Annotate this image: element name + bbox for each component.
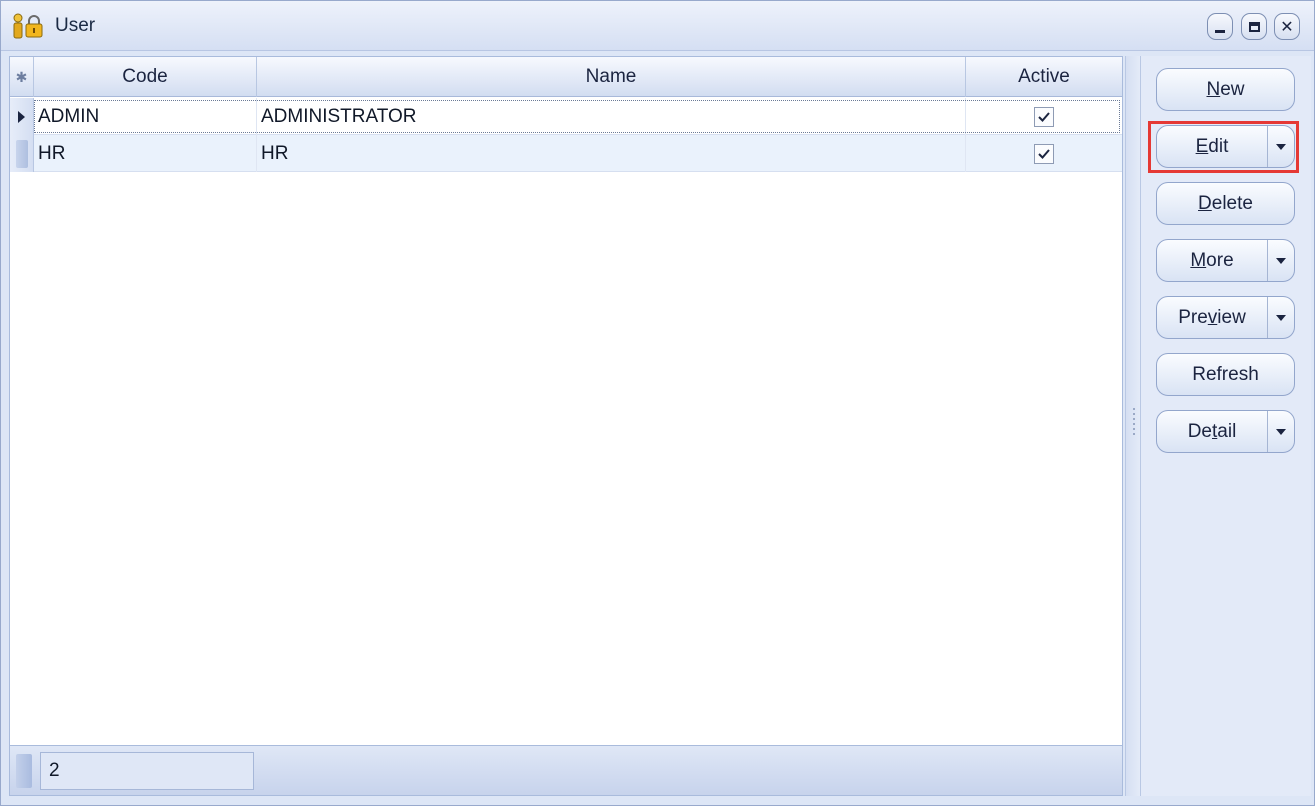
new-row-indicator-icon[interactable]: ✱ bbox=[10, 57, 34, 97]
active-checkbox[interactable] bbox=[1034, 106, 1054, 127]
table-row[interactable]: ADMIN ADMINISTRATOR bbox=[10, 98, 1122, 135]
grid-header: ✱ Code Name Active bbox=[10, 57, 1122, 97]
checkmark-icon bbox=[1038, 148, 1050, 159]
column-header-code[interactable]: Code bbox=[34, 57, 257, 97]
chevron-down-icon bbox=[1276, 428, 1286, 435]
chevron-down-icon bbox=[1276, 143, 1286, 150]
delete-button[interactable]: Delete bbox=[1156, 182, 1295, 225]
row-selector[interactable] bbox=[10, 135, 34, 172]
edit-button[interactable]: Edit bbox=[1156, 125, 1295, 168]
grid-footer: 2 bbox=[10, 745, 1122, 795]
more-button-label: More bbox=[1190, 249, 1234, 271]
cell-active[interactable] bbox=[966, 135, 1122, 172]
more-dropdown-arrow[interactable] bbox=[1267, 240, 1294, 281]
footer-indicator bbox=[16, 754, 32, 788]
cell-active[interactable] bbox=[966, 98, 1122, 135]
user-grid[interactable]: ✱ Code Name Active ADMIN ADMINISTRATOR H… bbox=[9, 56, 1123, 796]
maximize-button[interactable] bbox=[1241, 13, 1267, 40]
detail-button-label: Detail bbox=[1187, 420, 1237, 442]
user-lock-icon bbox=[13, 13, 43, 39]
row-selector[interactable] bbox=[10, 98, 34, 135]
cell-name[interactable]: HR bbox=[257, 135, 966, 172]
panel-splitter[interactable] bbox=[1125, 56, 1141, 796]
cell-name[interactable]: ADMINISTRATOR bbox=[257, 98, 966, 135]
delete-button-label: Delete bbox=[1198, 192, 1253, 214]
current-row-icon bbox=[18, 110, 25, 123]
chevron-down-icon bbox=[1276, 314, 1286, 321]
checkmark-icon bbox=[1038, 111, 1050, 122]
column-header-name[interactable]: Name bbox=[257, 57, 966, 97]
detail-dropdown-arrow[interactable] bbox=[1267, 411, 1294, 452]
column-header-active[interactable]: Active bbox=[966, 57, 1122, 97]
close-icon: ✕ bbox=[1280, 18, 1294, 36]
minimize-button[interactable] bbox=[1207, 13, 1233, 40]
row-selector-bar bbox=[15, 139, 28, 168]
refresh-button[interactable]: Refresh bbox=[1156, 353, 1295, 396]
record-count: 2 bbox=[40, 752, 254, 790]
action-panel: New Edit Delete More Preview Refresh Det… bbox=[1141, 56, 1311, 796]
window-title: User bbox=[55, 15, 96, 36]
preview-button[interactable]: Preview bbox=[1156, 296, 1295, 339]
chevron-down-icon bbox=[1276, 257, 1286, 264]
more-button[interactable]: More bbox=[1156, 239, 1295, 282]
minimize-icon bbox=[1215, 29, 1225, 33]
preview-dropdown-arrow[interactable] bbox=[1267, 297, 1294, 338]
active-checkbox[interactable] bbox=[1034, 143, 1054, 164]
new-button-label: New bbox=[1206, 78, 1245, 100]
title-bar[interactable]: User ✕ bbox=[1, 1, 1314, 51]
edit-button-label: Edit bbox=[1195, 135, 1229, 157]
refresh-button-label: Refresh bbox=[1192, 363, 1259, 385]
user-window: User ✕ ✱ Code Name Active ADMIN ADMINIST… bbox=[0, 0, 1315, 806]
detail-button[interactable]: Detail bbox=[1156, 410, 1295, 453]
edit-dropdown-arrow[interactable] bbox=[1267, 126, 1294, 167]
table-row[interactable]: HR HR bbox=[10, 135, 1122, 172]
new-button[interactable]: New bbox=[1156, 68, 1295, 111]
preview-button-label: Preview bbox=[1178, 306, 1246, 328]
cell-code[interactable]: ADMIN bbox=[34, 98, 257, 135]
close-button[interactable]: ✕ bbox=[1274, 13, 1300, 40]
cell-code[interactable]: HR bbox=[34, 135, 257, 172]
grip-icon bbox=[1133, 408, 1135, 438]
maximize-icon bbox=[1248, 21, 1260, 32]
